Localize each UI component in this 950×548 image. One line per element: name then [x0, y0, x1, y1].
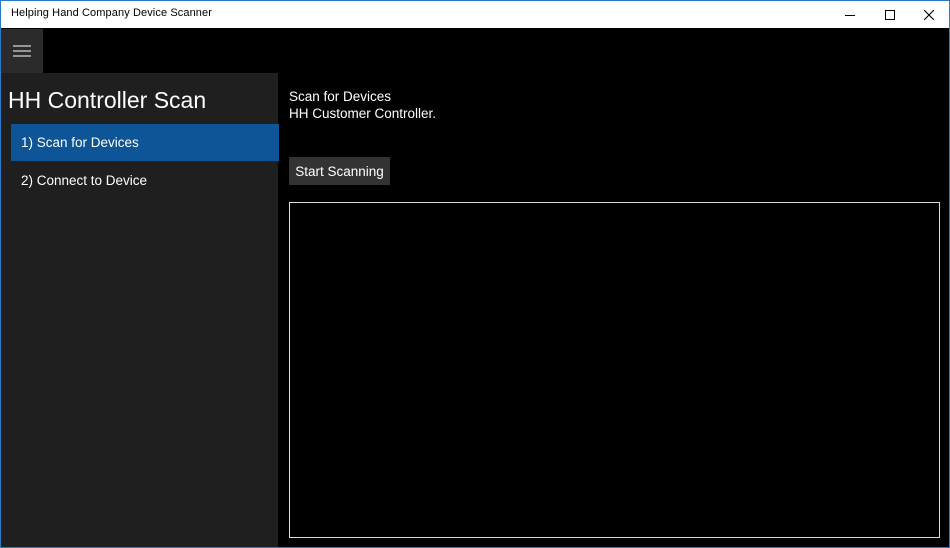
window-title: Helping Hand Company Device Scanner — [11, 7, 212, 19]
device-results-list[interactable] — [289, 202, 940, 538]
minimize-button[interactable] — [830, 1, 870, 28]
maximize-icon — [885, 9, 895, 20]
start-scanning-button[interactable]: Start Scanning — [289, 157, 390, 185]
app-window: Helping Hand Company Device Scanner HH C… — [0, 0, 950, 548]
minimize-icon — [845, 14, 855, 16]
nav-item-connect-to-device[interactable]: 2) Connect to Device — [11, 162, 279, 199]
sidebar-heading: HH Controller Scan — [8, 87, 207, 113]
hamburger-menu-button[interactable] — [1, 29, 43, 73]
page-title: Scan for Devices — [289, 89, 392, 104]
maximize-button[interactable] — [870, 1, 910, 28]
nav-item-label: 1) Scan for Devices — [21, 135, 139, 150]
page-subtitle: HH Customer Controller. — [289, 106, 437, 121]
hamburger-menu-icon — [13, 45, 31, 57]
title-bar[interactable]: Helping Hand Company Device Scanner — [1, 1, 949, 28]
close-button[interactable] — [909, 1, 949, 28]
nav-item-label: 2) Connect to Device — [21, 173, 148, 188]
close-icon — [924, 9, 934, 20]
nav-item-scan-for-devices[interactable]: 1) Scan for Devices — [11, 124, 279, 161]
